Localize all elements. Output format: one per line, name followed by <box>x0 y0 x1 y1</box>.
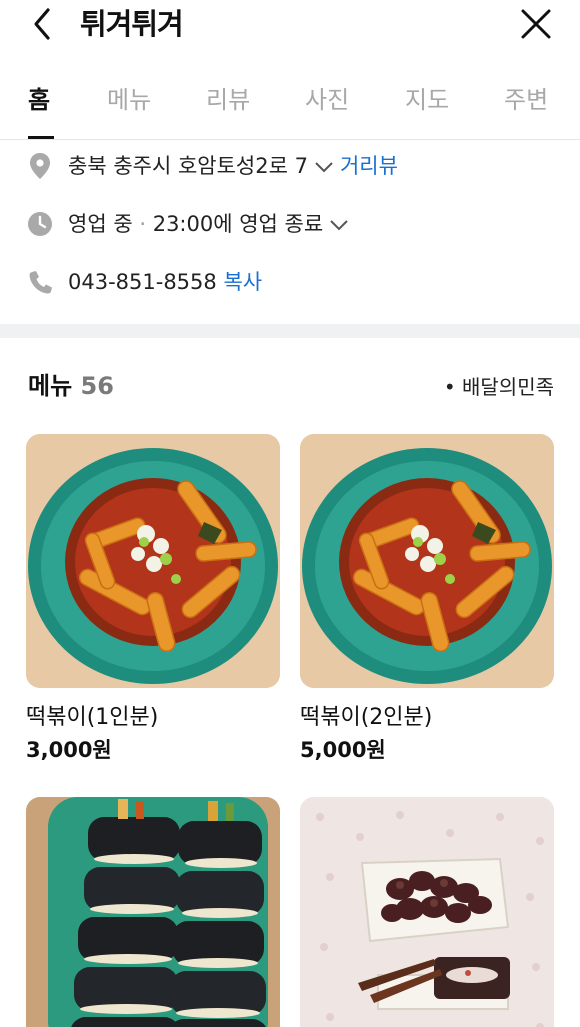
chevron-left-icon <box>34 8 50 40</box>
menu-item-price: 5,000원 <box>300 738 386 762</box>
menu-count: 56 <box>80 372 114 400</box>
hours-row: 영업 중 · 23:00에 영업 종료 <box>0 204 580 244</box>
closing-time: 23:00에 영업 종료 <box>152 212 324 236</box>
gimbap-photo <box>26 797 280 1027</box>
tab-bar: 홈 메뉴 리뷰 사진 지도 주변 <box>0 72 580 140</box>
menu-item-price: 3,000원 <box>26 738 112 762</box>
close-icon <box>521 9 551 39</box>
tab-menu[interactable]: 메뉴 <box>107 80 151 120</box>
menu-item-card[interactable] <box>26 797 280 1027</box>
menu-section-header: 메뉴 56 • 배달의민족 <box>0 366 580 406</box>
tab-map[interactable]: 지도 <box>405 80 449 120</box>
menu-item-card[interactable] <box>300 797 554 1027</box>
tab-nearby[interactable]: 주변 <box>504 80 548 120</box>
tab-photos[interactable]: 사진 <box>305 80 349 120</box>
chevron-down-icon[interactable] <box>329 218 349 232</box>
close-button[interactable] <box>516 4 556 44</box>
menu-item-name: 떡볶이(2인분) <box>300 705 433 730</box>
open-status: 영업 중 <box>68 212 133 236</box>
address-row: 충북 충주시 호암토성2로 7 거리뷰 <box>0 146 580 186</box>
delivery-source-label: 배달의민족 <box>462 375 554 399</box>
location-pin-icon <box>30 153 50 179</box>
menu-section-title: 메뉴 <box>28 372 73 400</box>
tab-home[interactable]: 홈 <box>28 80 50 120</box>
tteokbokki-photo <box>300 434 554 688</box>
clock-icon <box>28 212 52 236</box>
phone-icon <box>29 271 52 294</box>
phone-number[interactable]: 043-851-8558 <box>68 270 217 294</box>
street-view-link[interactable]: 거리뷰 <box>340 154 398 178</box>
tab-reviews[interactable]: 리뷰 <box>206 80 250 120</box>
sundae-photo <box>300 797 554 1027</box>
phone-row: 043-851-8558 복사 <box>0 262 580 302</box>
page-title: 튀겨튀겨 <box>80 7 184 41</box>
address-text: 충북 충주시 호암토성2로 7 <box>68 154 308 178</box>
section-divider <box>0 324 580 338</box>
active-tab-indicator <box>28 136 54 139</box>
copy-phone-button[interactable]: 복사 <box>223 270 262 294</box>
tteokbokki-photo <box>26 434 280 688</box>
menu-item-card[interactable]: 떡볶이(2인분) 5,000원 <box>300 434 554 766</box>
menu-item-card[interactable]: 떡볶이(1인분) 3,000원 <box>26 434 280 766</box>
menu-item-name: 떡볶이(1인분) <box>26 705 159 730</box>
chevron-down-icon[interactable] <box>314 160 334 174</box>
top-bar: 튀겨튀겨 <box>0 0 580 52</box>
separator-dot: · <box>139 212 147 236</box>
delivery-source-link[interactable]: • 배달의민족 <box>444 372 554 402</box>
back-button[interactable] <box>24 4 64 44</box>
